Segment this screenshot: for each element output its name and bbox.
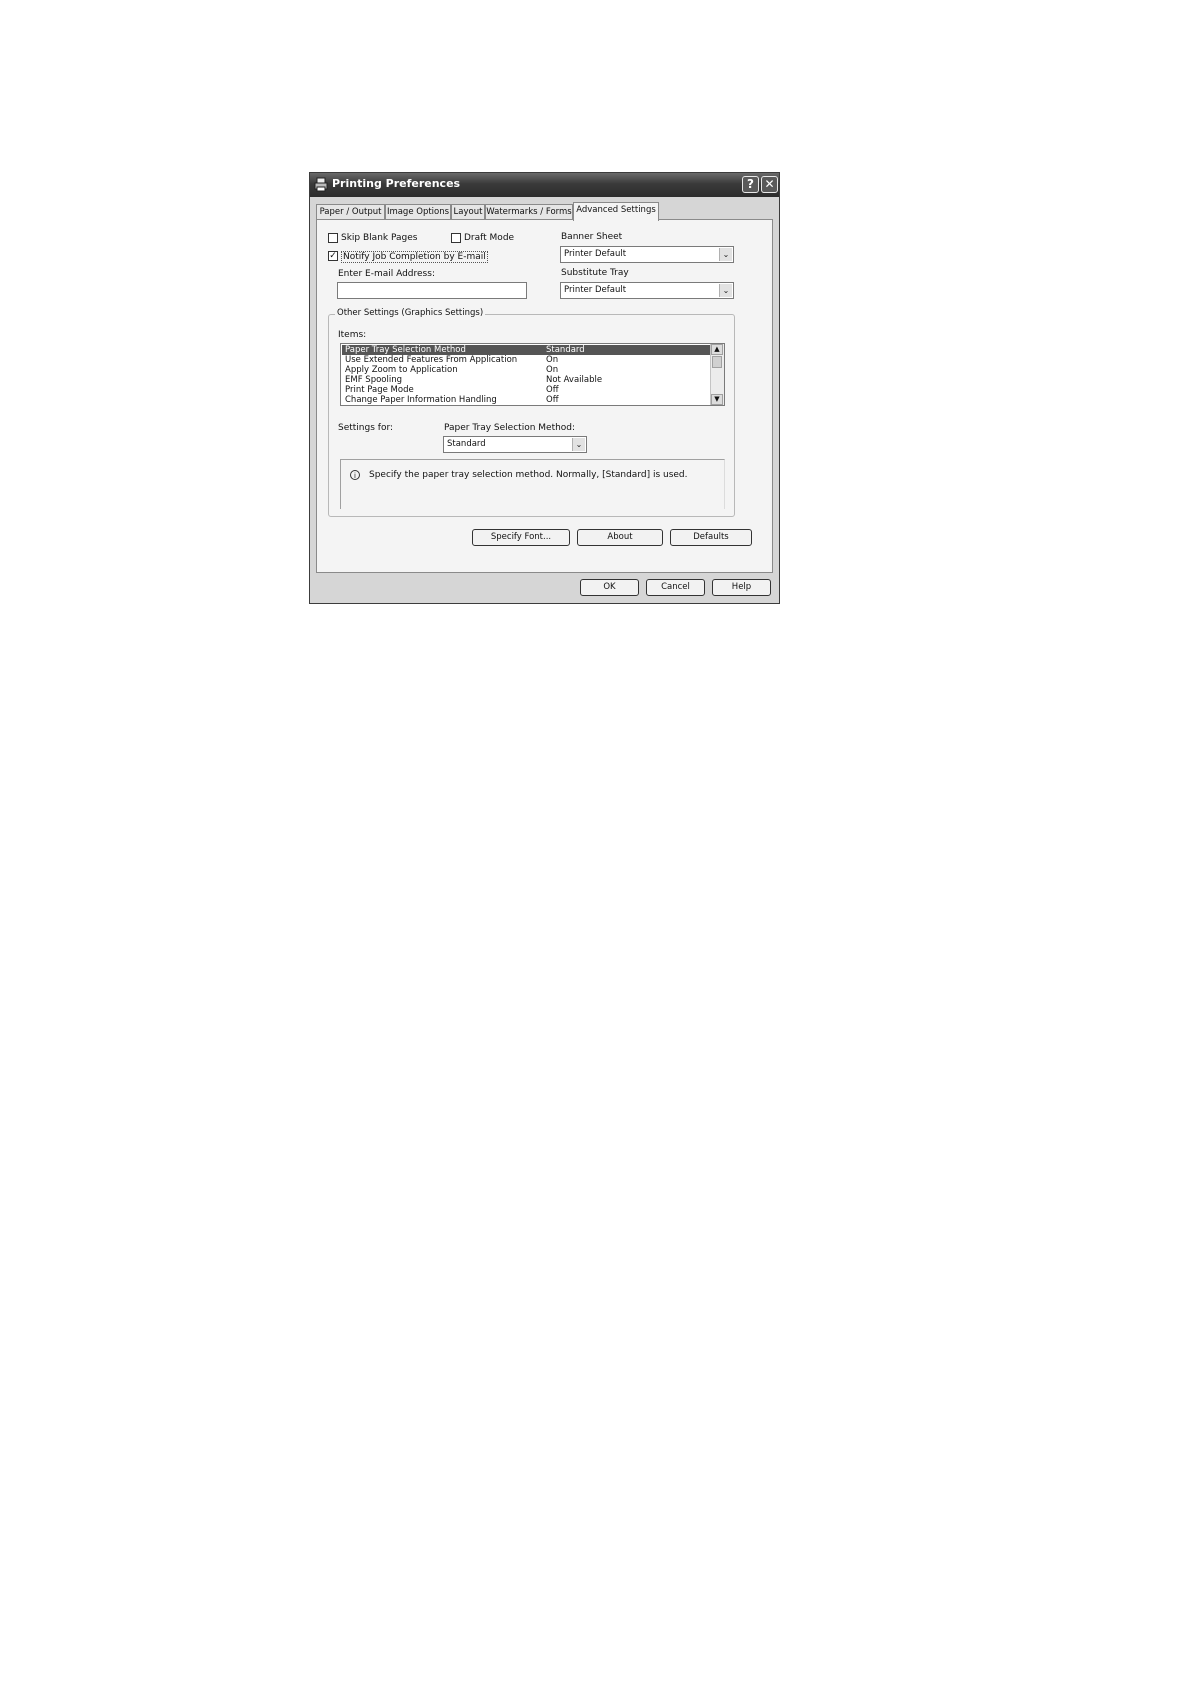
about-button[interactable]: About xyxy=(577,529,663,546)
list-item[interactable]: Print Page Mode Off xyxy=(342,385,710,395)
specify-font-button[interactable]: Specify Font... xyxy=(472,529,570,546)
email-address-label: Enter E-mail Address: xyxy=(338,269,435,279)
printing-preferences-dialog: Printing Preferences ? ✕ Paper / Output … xyxy=(309,172,780,604)
notify-job-completion-checkbox[interactable]: ✓ xyxy=(328,251,338,261)
paper-tray-method-dropdown[interactable]: Standard ⌄ xyxy=(443,436,587,453)
list-item[interactable]: Use Extended Features From Application O… xyxy=(342,355,710,365)
email-address-input[interactable] xyxy=(337,282,527,299)
info-icon: i xyxy=(350,470,360,480)
tab-image-options[interactable]: Image Options xyxy=(385,204,451,220)
list-item[interactable]: EMF Spooling Not Available xyxy=(342,375,710,385)
defaults-button[interactable]: Defaults xyxy=(670,529,752,546)
scroll-up-icon[interactable]: ▲ xyxy=(711,344,723,355)
printer-icon xyxy=(314,177,328,192)
method-label: Paper Tray Selection Method: xyxy=(444,423,576,433)
chevron-down-icon: ⌄ xyxy=(719,248,732,261)
info-text: Specify the paper tray selection method.… xyxy=(369,470,688,480)
other-settings-legend: Other Settings (Graphics Settings) xyxy=(335,308,486,318)
substitute-tray-value: Printer Default xyxy=(564,285,627,295)
help-button[interactable]: Help xyxy=(712,579,771,596)
title-bar[interactable]: Printing Preferences ? ✕ xyxy=(310,173,779,197)
draft-mode-label: Draft Mode xyxy=(464,233,515,243)
ok-button[interactable]: OK xyxy=(580,579,639,596)
banner-sheet-label: Banner Sheet xyxy=(561,232,623,242)
settings-for-label: Settings for: xyxy=(338,423,394,433)
advanced-settings-panel: Skip Blank Pages Draft Mode ✓ Notify Job… xyxy=(316,219,773,573)
items-label: Items: xyxy=(338,330,367,340)
chevron-down-icon: ⌄ xyxy=(719,284,732,297)
list-item[interactable]: Apply Zoom to Application On xyxy=(342,365,710,375)
close-button[interactable]: ✕ xyxy=(761,176,778,193)
dialog-title: Printing Preferences xyxy=(332,177,461,190)
cancel-button[interactable]: Cancel xyxy=(646,579,705,596)
tab-watermarks-forms[interactable]: Watermarks / Forms xyxy=(485,204,573,220)
other-settings-group: Other Settings (Graphics Settings) Items… xyxy=(328,308,735,517)
paper-tray-method-value: Standard xyxy=(447,439,486,449)
tab-paper-output[interactable]: Paper / Output xyxy=(316,204,385,220)
skip-blank-pages-checkbox[interactable] xyxy=(328,233,338,243)
info-box: i Specify the paper tray selection metho… xyxy=(340,459,725,509)
tab-layout[interactable]: Layout xyxy=(451,204,485,220)
banner-sheet-dropdown[interactable]: Printer Default ⌄ xyxy=(560,246,734,263)
chevron-down-icon: ⌄ xyxy=(572,438,585,451)
substitute-tray-dropdown[interactable]: Printer Default ⌄ xyxy=(560,282,734,299)
items-scrollbar[interactable]: ▲ ▼ xyxy=(710,344,724,405)
skip-blank-pages-label: Skip Blank Pages xyxy=(341,233,418,243)
scroll-down-icon[interactable]: ▼ xyxy=(711,394,723,405)
draft-mode-checkbox[interactable] xyxy=(451,233,461,243)
notify-job-completion-label: Notify Job Completion by E-mail xyxy=(341,251,488,263)
list-item[interactable]: Paper Tray Selection Method Standard xyxy=(342,345,710,355)
scroll-thumb[interactable] xyxy=(712,356,722,368)
banner-sheet-value: Printer Default xyxy=(564,249,627,259)
items-list[interactable]: Paper Tray Selection Method Standard Use… xyxy=(340,343,725,406)
substitute-tray-label: Substitute Tray xyxy=(561,268,629,278)
help-title-button[interactable]: ? xyxy=(742,176,759,193)
tab-advanced-settings[interactable]: Advanced Settings xyxy=(573,202,659,221)
list-item[interactable]: Change Paper Information Handling Off xyxy=(342,395,710,405)
